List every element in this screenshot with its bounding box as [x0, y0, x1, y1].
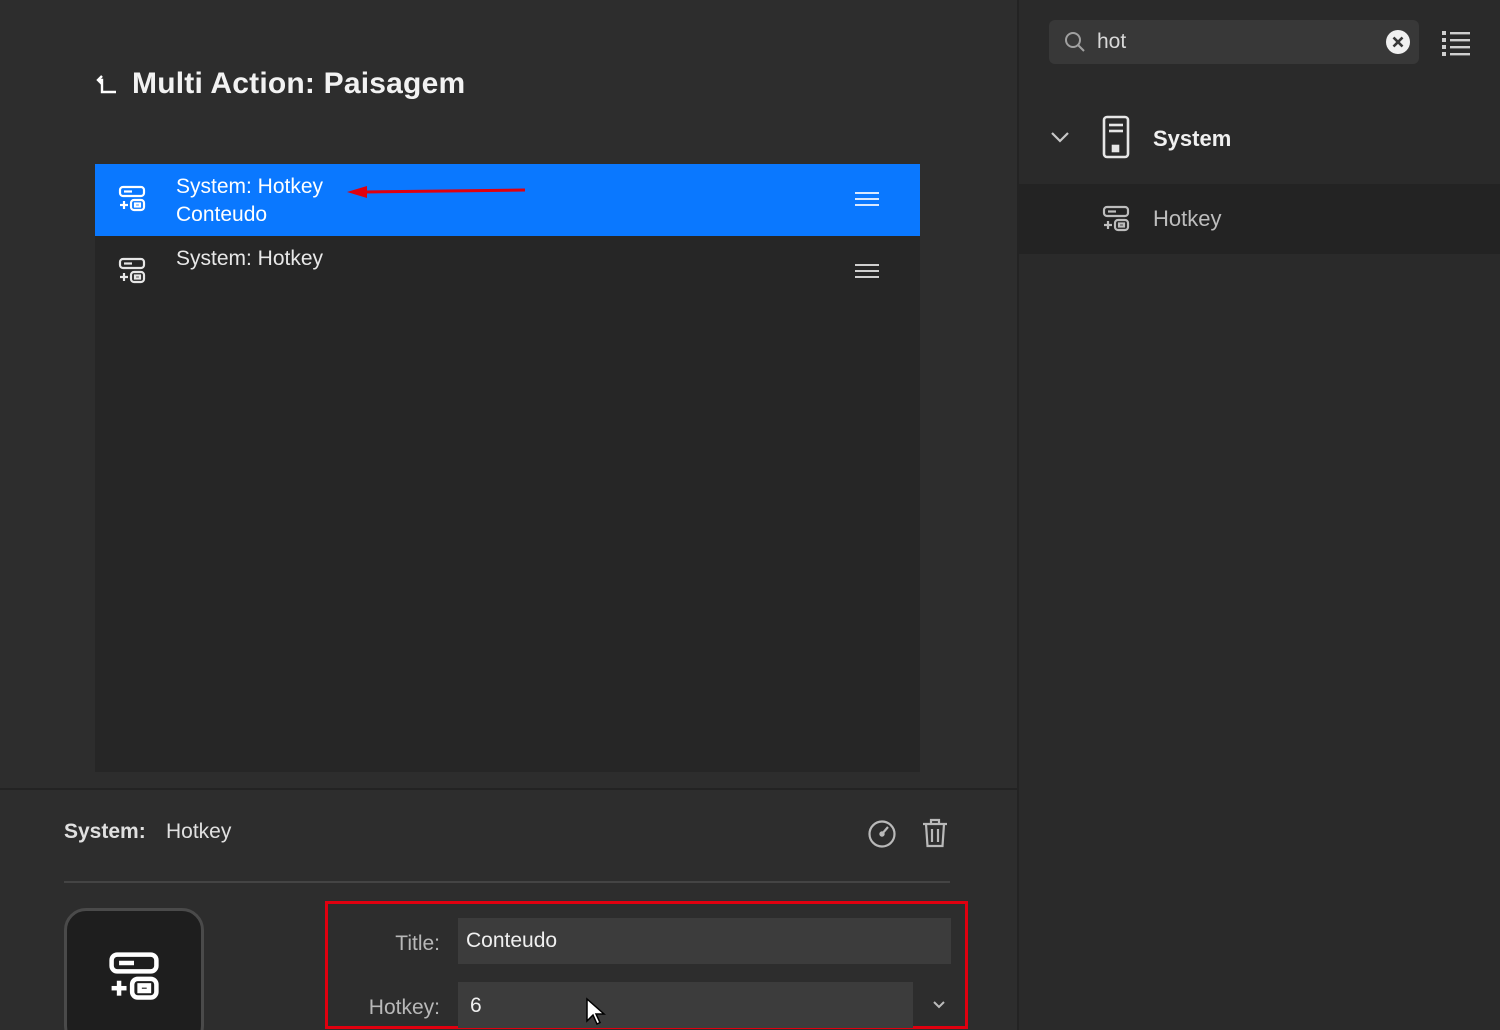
- list-view-icon[interactable]: [1442, 30, 1470, 56]
- search-icon: [1063, 30, 1087, 54]
- hotkey-icon: [1101, 204, 1131, 234]
- action-row-title: System: Hotkey: [176, 175, 324, 198]
- drag-handle-icon[interactable]: [855, 264, 879, 280]
- chevron-down-icon[interactable]: [930, 997, 948, 1011]
- action-row[interactable]: System: Hotkey: [95, 236, 920, 308]
- page-title: Multi Action: Paisagem: [132, 67, 466, 100]
- trash-icon[interactable]: [920, 817, 950, 849]
- search-box: [1049, 20, 1419, 64]
- hotkey-icon: [117, 256, 147, 286]
- action-row-subtitle: Conteudo: [176, 203, 268, 226]
- library-item-hotkey[interactable]: Hotkey: [1019, 184, 1500, 254]
- search-input[interactable]: [1097, 20, 1367, 64]
- title-input[interactable]: [458, 918, 951, 964]
- computer-tower-icon: [1101, 114, 1131, 160]
- annotation-highlight-box: Title: Hotkey: 6: [325, 901, 968, 1029]
- chevron-down-icon[interactable]: [1049, 126, 1071, 148]
- action-row[interactable]: System: Hotkey Conteudo: [95, 164, 920, 236]
- page-header: Multi Action: Paisagem: [96, 62, 465, 106]
- gauge-icon[interactable]: [866, 818, 898, 850]
- hotkey-icon: [117, 184, 147, 214]
- inspector-divider: [64, 881, 950, 883]
- key-preview[interactable]: [64, 908, 204, 1030]
- hotkey-icon: [106, 949, 162, 1005]
- action-row-text: System: Hotkey: [176, 245, 323, 273]
- action-inspector: System: Hotkey Title: Conteudo Hotkey: 6: [0, 788, 1017, 1030]
- category-label: System: [1153, 126, 1232, 151]
- inspector-action-name: Hotkey: [166, 820, 232, 843]
- action-row-text: System: Hotkey Conteudo: [176, 173, 323, 229]
- back-arrow-icon[interactable]: [96, 72, 120, 96]
- main-panel: Multi Action: Paisagem System: Hotkey Co…: [0, 0, 1017, 1030]
- action-row-title: System: Hotkey: [176, 247, 324, 270]
- library-item-label: Hotkey: [1153, 206, 1222, 231]
- drag-handle-icon[interactable]: [855, 192, 879, 208]
- action-library-sidebar: System Hotkey: [1017, 0, 1500, 1030]
- clear-search-icon[interactable]: [1385, 29, 1411, 55]
- category-system[interactable]: System: [1019, 96, 1500, 182]
- title-label: Title:: [395, 932, 440, 955]
- hotkey-label: Hotkey:: [368, 996, 440, 1019]
- hotkey-select[interactable]: 6: [458, 982, 913, 1028]
- inspector-category: System:: [64, 820, 146, 843]
- multi-action-list: System: Hotkey Conteudo System: Hotkey: [95, 164, 920, 772]
- app-window: Multi Action: Paisagem System: Hotkey Co…: [0, 0, 1500, 1030]
